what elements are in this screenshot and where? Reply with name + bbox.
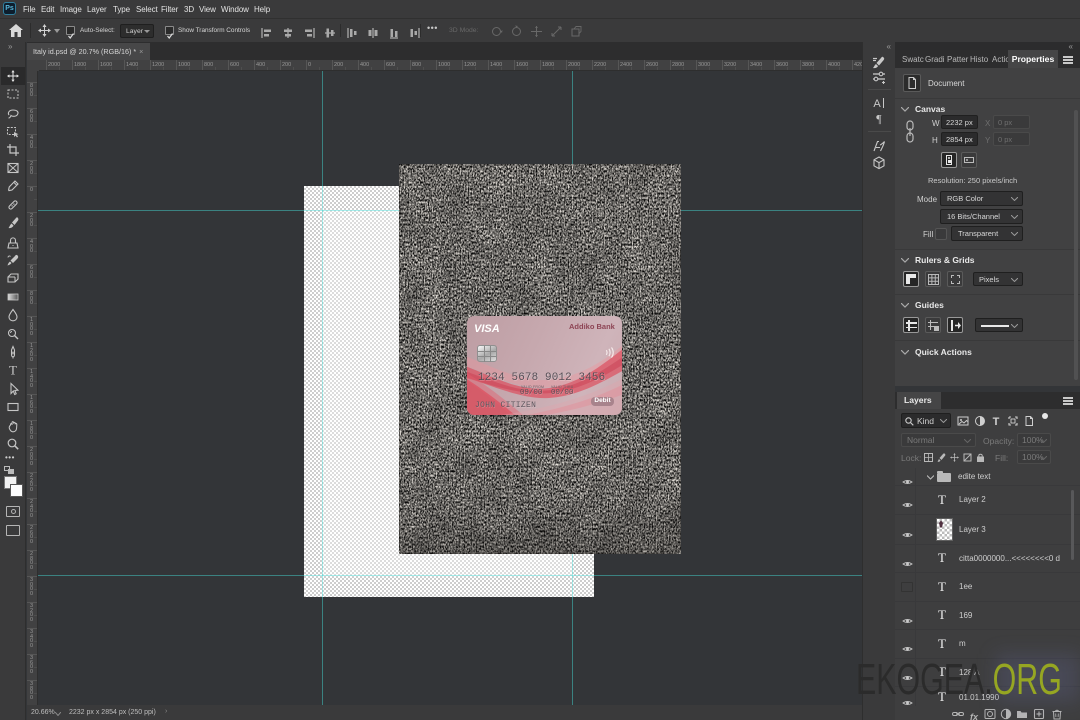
svg-text:T: T: [993, 416, 1000, 427]
svg-text:¶: ¶: [876, 112, 882, 126]
svg-text:A: A: [873, 98, 881, 110]
svg-text:T: T: [9, 363, 17, 377]
